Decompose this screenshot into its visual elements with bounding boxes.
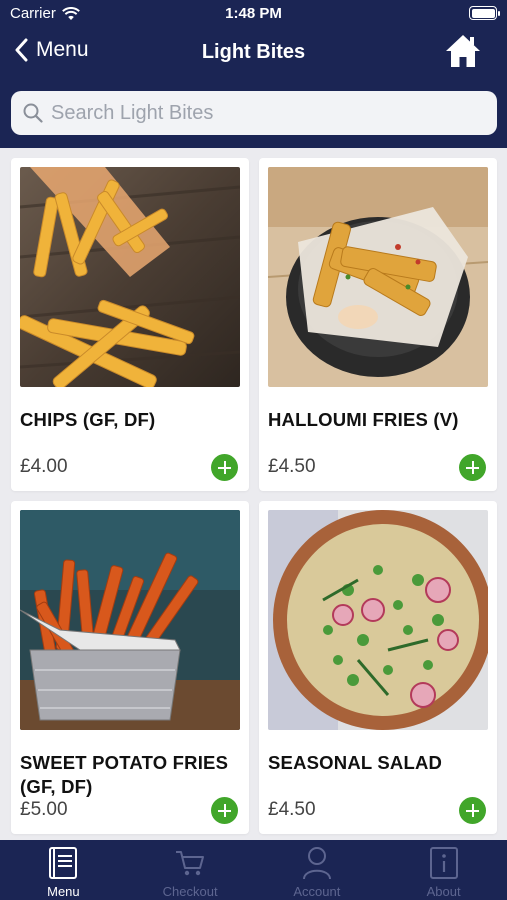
product-name: HALLOUMI FRIES (V) [268,409,459,430]
chevron-left-icon [15,38,28,62]
back-button[interactable]: Menu [14,38,89,62]
product-price: £4.00 [20,456,68,477]
chips-photo [20,167,240,387]
add-to-cart-button[interactable] [459,454,486,481]
info-icon [429,847,458,879]
product-card[interactable]: SEASONAL SALAD £4.50 [259,501,497,834]
search-icon [23,103,43,123]
product-card[interactable]: HALLOUMI FRIES (V) £4.50 [259,158,497,491]
tab-label: Account [293,884,341,899]
product-name: SEASONAL SALAD [268,752,443,773]
search-input[interactable] [51,101,471,125]
tab-checkout[interactable]: Checkout [127,840,254,900]
sweet-potato-fries-photo [20,510,240,730]
battery-icon [469,6,500,20]
tab-label: Checkout [162,884,218,899]
product-price: £5.00 [20,799,68,820]
user-icon [302,847,331,880]
menu-book-icon [49,847,78,879]
cart-icon [176,851,205,876]
product-name: SWEET POTATO FRIES (GF, DF) [20,752,229,797]
halloumi-fries-photo [268,167,488,387]
header: Carrier 1:48 PM Menu Light Bites [0,0,507,148]
add-to-cart-button[interactable] [211,454,238,481]
status-time: 1:48 PM [225,5,282,22]
tab-about[interactable]: About [380,840,507,900]
status-bar: Carrier 1:48 PM [0,0,507,28]
back-label: Menu [36,38,89,61]
tab-account[interactable]: Account [254,840,381,900]
home-icon [446,35,480,67]
home-button[interactable] [445,34,481,73]
seasonal-salad-photo [268,510,488,730]
add-to-cart-button[interactable] [211,797,238,824]
tab-bar: Menu Checkout Account About [0,840,507,900]
add-to-cart-button[interactable] [459,797,486,824]
product-price: £4.50 [268,799,316,820]
tab-label: About [426,884,461,899]
search-bar [11,91,497,135]
tab-label: Menu [47,884,80,899]
product-grid: CHIPS (GF, DF) £4.00 HALLOUMI FRIES (V) … [0,148,507,840]
product-card[interactable]: CHIPS (GF, DF) £4.00 [11,158,249,491]
product-name: CHIPS (GF, DF) [20,409,156,430]
nav-bar: Menu Light Bites [0,32,507,74]
tab-menu[interactable]: Menu [0,840,127,900]
product-card[interactable]: SWEET POTATO FRIES (GF, DF) £5.00 [11,501,249,834]
product-price: £4.50 [268,456,316,477]
